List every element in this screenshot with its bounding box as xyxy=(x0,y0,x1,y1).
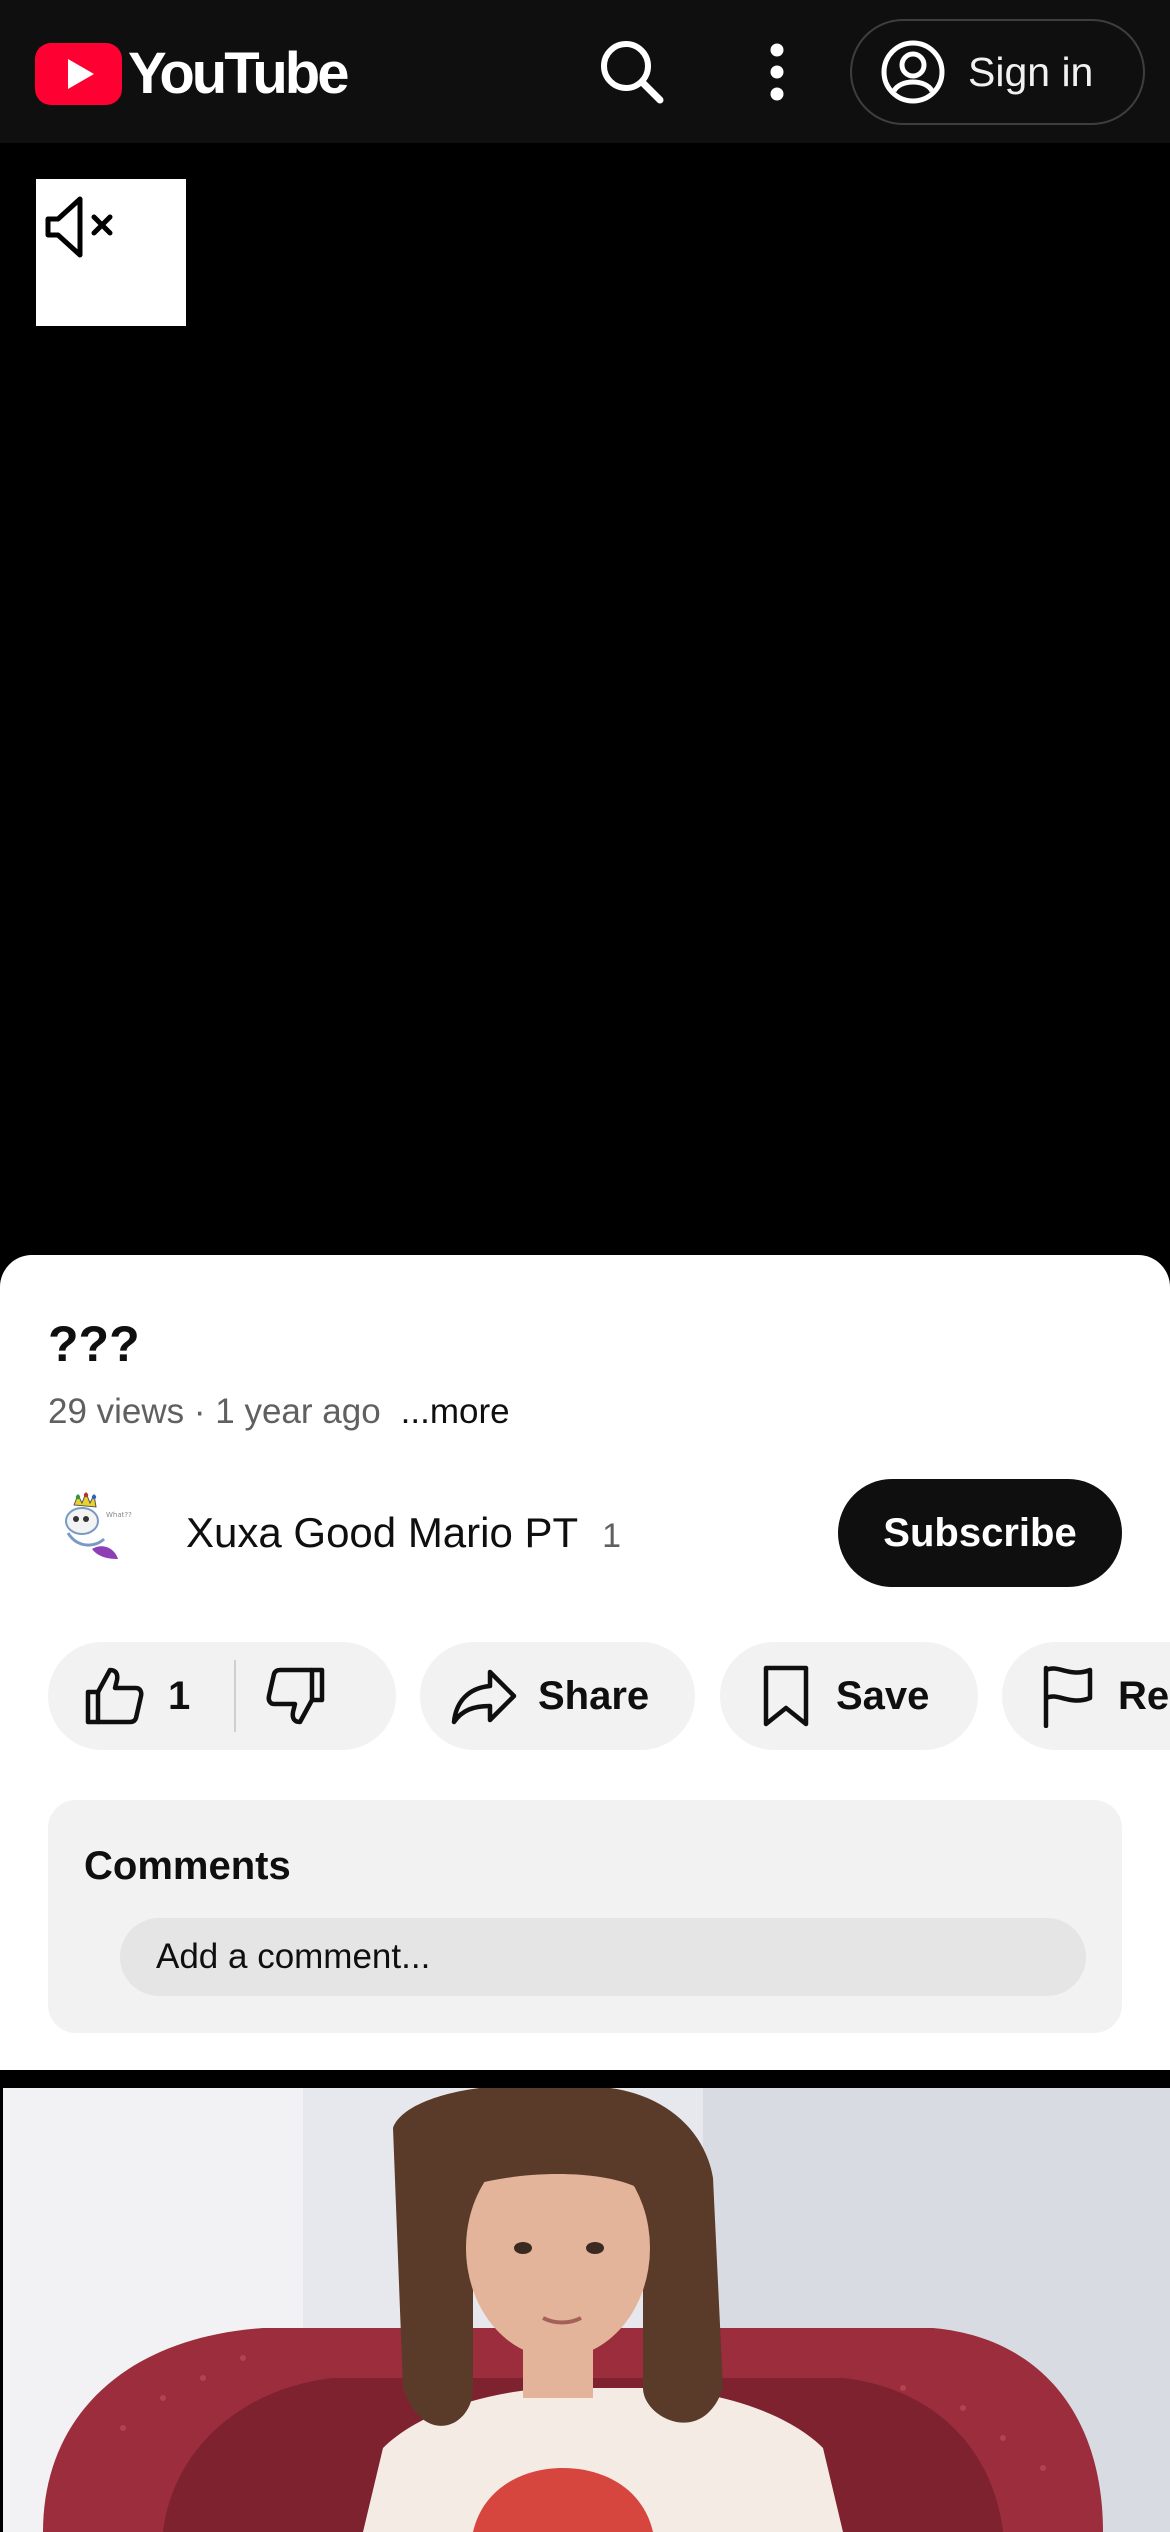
unmute-button[interactable] xyxy=(36,179,186,326)
channel-name: Xuxa Good Mario PT xyxy=(186,1509,579,1556)
brand-name: YouTube xyxy=(128,41,349,106)
top-app-bar: YouTube Sign in xyxy=(0,0,1170,143)
dislike-button[interactable] xyxy=(234,1642,394,1750)
like-divider xyxy=(234,1660,236,1732)
thumb-down-icon xyxy=(266,1667,325,1725)
thumb-up-icon xyxy=(85,1667,144,1725)
video-metadata[interactable]: 29 views · 1 year ago ...more xyxy=(48,1392,510,1432)
subscriber-count: 1 xyxy=(602,1517,622,1555)
more-vert-icon xyxy=(770,43,784,101)
sign-in-label: Sign in xyxy=(968,48,1094,95)
subscribe-button[interactable]: Subscribe xyxy=(838,1479,1122,1587)
sign-in-button[interactable]: Sign in xyxy=(850,19,1145,125)
avatar-image: What?? xyxy=(48,1487,140,1579)
search-icon xyxy=(601,41,664,104)
channel-row[interactable]: What?? Xuxa Good Mario PT 1 Subscribe xyxy=(48,1477,1122,1587)
share-icon xyxy=(451,1669,517,1725)
youtube-play-icon xyxy=(35,42,122,105)
svg-text:What??: What?? xyxy=(106,1511,132,1519)
account-circle-icon xyxy=(881,40,945,104)
more-link[interactable]: ...more xyxy=(401,1392,510,1431)
save-button[interactable]: Save xyxy=(720,1642,978,1750)
bookmark-icon xyxy=(763,1665,809,1727)
channel-name-block[interactable]: Xuxa Good Mario PT 1 xyxy=(186,1509,621,1557)
action-bar: 1 Share Save Re xyxy=(0,1642,1170,1752)
comments-section[interactable]: Comments Add a comment... xyxy=(48,1800,1122,2033)
youtube-logo[interactable]: YouTube xyxy=(35,40,349,107)
video-details-panel: ??? 29 views · 1 year ago ...more What?? … xyxy=(0,1255,1170,2070)
like-dislike-segment: 1 xyxy=(48,1642,396,1750)
report-label: Re xyxy=(1118,1673,1170,1718)
share-label: Share xyxy=(538,1673,650,1718)
report-button[interactable]: Re xyxy=(1002,1642,1170,1750)
like-count: 1 xyxy=(168,1673,191,1718)
comments-heading: Comments xyxy=(84,1844,291,1888)
add-comment-input[interactable]: Add a comment... xyxy=(120,1918,1086,1996)
like-button[interactable]: 1 xyxy=(48,1642,234,1750)
channel-avatar[interactable]: What?? xyxy=(48,1487,140,1579)
thumbnail-image xyxy=(3,2088,1170,2532)
save-label: Save xyxy=(836,1673,930,1718)
next-video-card[interactable] xyxy=(0,2070,1170,2532)
views-and-date: 29 views · 1 year ago xyxy=(48,1392,381,1431)
more-options-button[interactable] xyxy=(752,32,802,112)
search-button[interactable] xyxy=(592,32,672,112)
video-title[interactable]: ??? xyxy=(48,1315,140,1373)
video-thumbnail[interactable] xyxy=(3,2088,1170,2532)
share-button[interactable]: Share xyxy=(420,1642,695,1750)
flag-icon xyxy=(1043,1665,1093,1728)
video-player[interactable] xyxy=(0,143,1170,1255)
volume-off-icon xyxy=(45,196,113,258)
